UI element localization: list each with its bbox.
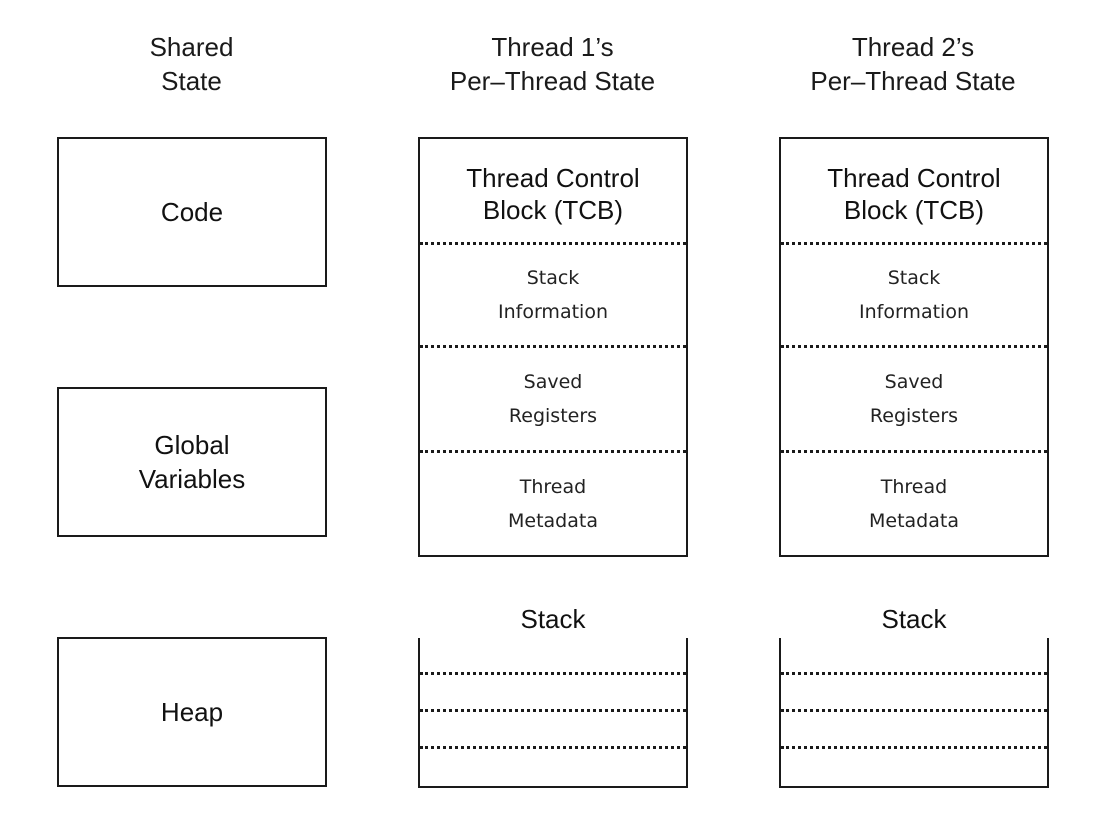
thread2-tcb-title: Thread Control Block (TCB) bbox=[827, 163, 1001, 225]
thread2-stack-frame-divider bbox=[781, 672, 1047, 675]
thread2-stack-label: Stack bbox=[881, 604, 947, 634]
thread1-stack-label: Stack bbox=[520, 604, 586, 634]
thread2-stack-frame-divider bbox=[781, 746, 1047, 749]
thread1-stack-information: Stack Information bbox=[498, 267, 608, 323]
code-box: Code bbox=[57, 137, 327, 287]
global-variables-box: Global Variables bbox=[57, 387, 327, 537]
thread2-saved-registers: Saved Registers bbox=[869, 371, 959, 427]
thread1-tcb-title: Thread Control Block (TCB) bbox=[466, 163, 640, 225]
thread1-stack-frame-divider bbox=[420, 709, 686, 712]
global-variables-label: Global Variables bbox=[138, 430, 246, 494]
code-label: Code bbox=[160, 197, 224, 227]
thread1-stack-frame-divider bbox=[420, 746, 686, 749]
thread1-stack bbox=[418, 638, 688, 788]
thread1-tcb: Thread Control Block (TCB) Stack Informa… bbox=[418, 137, 688, 557]
header-thread2-state: Thread 2’s Per–Thread State bbox=[810, 32, 1016, 96]
header-shared-state: Shared State bbox=[149, 32, 234, 96]
thread1-stack-frame-divider bbox=[420, 672, 686, 675]
thread2-tcb: Thread Control Block (TCB) Stack Informa… bbox=[779, 137, 1049, 557]
header-thread1-state: Thread 1’s Per–Thread State bbox=[449, 32, 656, 96]
thread2-stack-frame-divider bbox=[781, 709, 1047, 712]
heap-label: Heap bbox=[160, 697, 224, 727]
thread1-saved-registers: Saved Registers bbox=[508, 371, 598, 427]
thread1-thread-metadata: Thread Metadata bbox=[508, 476, 598, 532]
thread2-stack bbox=[779, 638, 1049, 788]
thread2-stack-information: Stack Information bbox=[859, 267, 969, 323]
thread2-thread-metadata: Thread Metadata bbox=[869, 476, 959, 532]
heap-box: Heap bbox=[57, 637, 327, 787]
